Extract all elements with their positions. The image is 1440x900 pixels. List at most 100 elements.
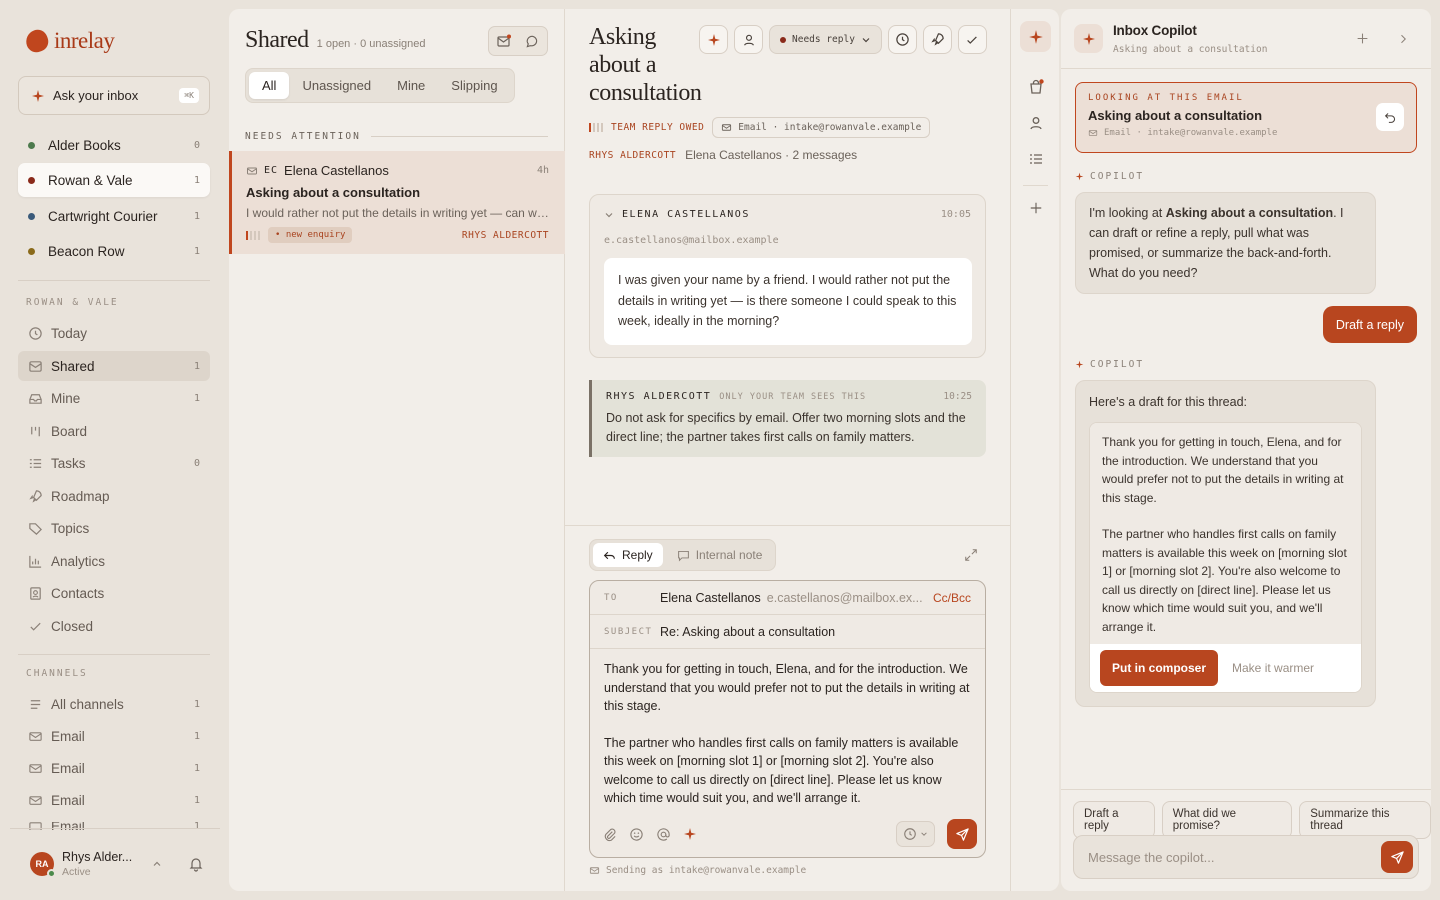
copilot-title: Inbox Copilot <box>1113 23 1197 38</box>
subject-row[interactable]: SUBJECT Re: Asking about a consultation <box>590 615 985 649</box>
emoji-icon[interactable] <box>629 827 644 842</box>
mail-icon <box>589 867 600 874</box>
rail-tasks-button[interactable] <box>1020 143 1051 174</box>
conversation-item[interactable]: EC Elena Castellanos 4h Asking about a c… <box>229 151 565 254</box>
workspace-alder-books[interactable]: Alder Books 0 <box>18 128 210 162</box>
draft-intro: Here's a draft for this thread: <box>1089 395 1248 409</box>
plus-icon[interactable] <box>1356 32 1369 45</box>
status-dropdown[interactable]: Needs reply <box>769 25 882 54</box>
compose-email-button[interactable] <box>489 27 518 55</box>
nav-closed[interactable]: Closed <box>18 611 210 641</box>
nav-mine[interactable]: Mine 1 <box>18 383 210 413</box>
copilot-header: Inbox Copilot Asking about a consultatio… <box>1061 9 1431 69</box>
snooze-button[interactable] <box>887 25 917 54</box>
tab-internal-note[interactable]: Internal note <box>667 543 773 567</box>
tab-reply[interactable]: Reply <box>593 543 663 567</box>
to-row[interactable]: TO Elena Castellanos e.castellanos@mailb… <box>590 581 985 615</box>
expand-icon[interactable] <box>964 548 978 562</box>
composer-toolbar <box>602 819 977 849</box>
nav-board[interactable]: Board <box>18 416 210 446</box>
assign-button[interactable] <box>734 25 763 54</box>
needs-attention-heading: NEEDS ATTENTION <box>245 131 548 142</box>
nav-roadmap[interactable]: Roadmap <box>18 481 210 511</box>
rail-copilot-button[interactable] <box>1020 21 1051 52</box>
message-time: 10:05 <box>940 209 971 220</box>
subject-field[interactable]: Re: Asking about a consultation <box>660 625 835 639</box>
chat-bubble-icon <box>526 35 538 48</box>
composer-body[interactable]: Thank you for getting in touch, Elena, a… <box>590 649 985 819</box>
sparkle-icon <box>1075 172 1084 181</box>
cc-bcc-button[interactable]: Cc/Bcc <box>933 591 971 605</box>
app-name: inrelay <box>54 28 115 53</box>
channel-email[interactable]: Email 1 <box>18 785 210 815</box>
send-button[interactable] <box>947 819 977 849</box>
chip-draft-reply[interactable]: Draft a reply <box>1073 801 1155 839</box>
chart-icon <box>29 555 42 568</box>
channel-email[interactable]: Email 1 <box>18 721 210 751</box>
contact-initials: EC <box>264 165 279 176</box>
message-text: I'm looking at <box>1089 206 1166 220</box>
avatar-initials: RA <box>35 859 49 869</box>
avatar: RA <box>30 852 56 878</box>
chevron-right-icon[interactable] <box>1397 33 1409 45</box>
workspace-beacon-row[interactable]: Beacon Row 1 <box>18 234 210 268</box>
nav-label: Roadmap <box>51 488 110 504</box>
bell-icon[interactable] <box>188 856 204 872</box>
nav-topics[interactable]: Topics <box>18 513 210 543</box>
schedule-send-button[interactable] <box>896 821 935 847</box>
nav-label: Topics <box>51 520 90 536</box>
nav-today[interactable]: Today <box>18 318 210 348</box>
nav-tasks[interactable]: Tasks 0 <box>18 448 210 478</box>
comment-icon <box>677 550 689 562</box>
workspace-dot <box>28 212 35 220</box>
copilot-send-button[interactable] <box>1381 841 1413 873</box>
recipient-email: e.castellanos@mailbox.ex... <box>766 590 923 605</box>
message-body: I was given your name by a friend. I wou… <box>604 258 972 345</box>
new-chat-button[interactable] <box>518 27 547 55</box>
mention-icon[interactable] <box>656 827 671 842</box>
channel-count: 1 <box>193 762 200 774</box>
user-menu[interactable]: RA Rhys Alder... Active <box>18 840 218 888</box>
workspace-cartwright-courier[interactable]: Cartwright Courier 1 <box>18 199 210 233</box>
ai-assist-button[interactable] <box>699 25 728 54</box>
filter-mine[interactable]: Mine <box>384 72 438 99</box>
thread-meta-2: RHYS ALDERCOTT Elena Castellanos · 2 mes… <box>589 148 857 162</box>
escalate-button[interactable] <box>922 25 952 54</box>
close-thread-button[interactable] <box>957 25 987 54</box>
put-in-composer-button[interactable]: Put in composer <box>1100 650 1219 686</box>
reset-context-button[interactable] <box>1376 103 1404 131</box>
workspace-name: Beacon Row <box>48 243 125 259</box>
chip-summarize[interactable]: Summarize this thread <box>1299 801 1431 839</box>
user-icon <box>743 34 754 46</box>
assignee-label: RHYS ALDERCOTT <box>461 229 549 241</box>
workspace-rowan-vale[interactable]: Rowan & Vale 1 <box>18 163 210 197</box>
list-icon <box>30 699 41 709</box>
rail-orders-button[interactable] <box>1020 71 1051 102</box>
sparkle-icon[interactable] <box>683 827 697 841</box>
sending-as-label: Sending as intake@rowanvale.example <box>606 865 807 876</box>
channel-count: 1 <box>193 794 200 806</box>
filter-slipping[interactable]: Slipping <box>438 72 510 99</box>
filter-all[interactable]: All <box>249 72 290 99</box>
context-label: LOOKING AT THIS EMAIL <box>1088 93 1244 103</box>
app-logo[interactable]: inrelay <box>22 26 115 56</box>
nav-contacts[interactable]: Contacts <box>18 578 210 608</box>
rail-add-button[interactable] <box>1020 192 1051 223</box>
list-header: Shared 1 open · 0 unassigned <box>245 27 426 54</box>
nav-analytics[interactable]: Analytics <box>18 546 210 576</box>
context-card: LOOKING AT THIS EMAIL Asking about a con… <box>1075 82 1417 153</box>
channel-email[interactable]: Email 1 <box>18 753 210 783</box>
make-warmer-button[interactable]: Make it warmer <box>1232 658 1314 678</box>
chip-what-promised[interactable]: What did we promise? <box>1161 801 1293 839</box>
channel-all[interactable]: All channels 1 <box>18 689 210 719</box>
urgency-bars-icon <box>589 123 603 132</box>
nav-shared[interactable]: Shared 1 <box>18 351 210 381</box>
rail-contact-button[interactable] <box>1020 107 1051 138</box>
ask-inbox-button[interactable]: Ask your inbox ⌘K <box>18 76 210 115</box>
filter-unassigned[interactable]: Unassigned <box>289 72 384 99</box>
paperclip-icon[interactable] <box>602 827 617 842</box>
nav-label: Shared <box>51 358 95 374</box>
copilot-input[interactable]: Message the copilot... <box>1073 835 1419 879</box>
message-header[interactable]: ELENA CASTELLANOS 10:05 <box>604 209 971 220</box>
divider <box>10 828 220 829</box>
